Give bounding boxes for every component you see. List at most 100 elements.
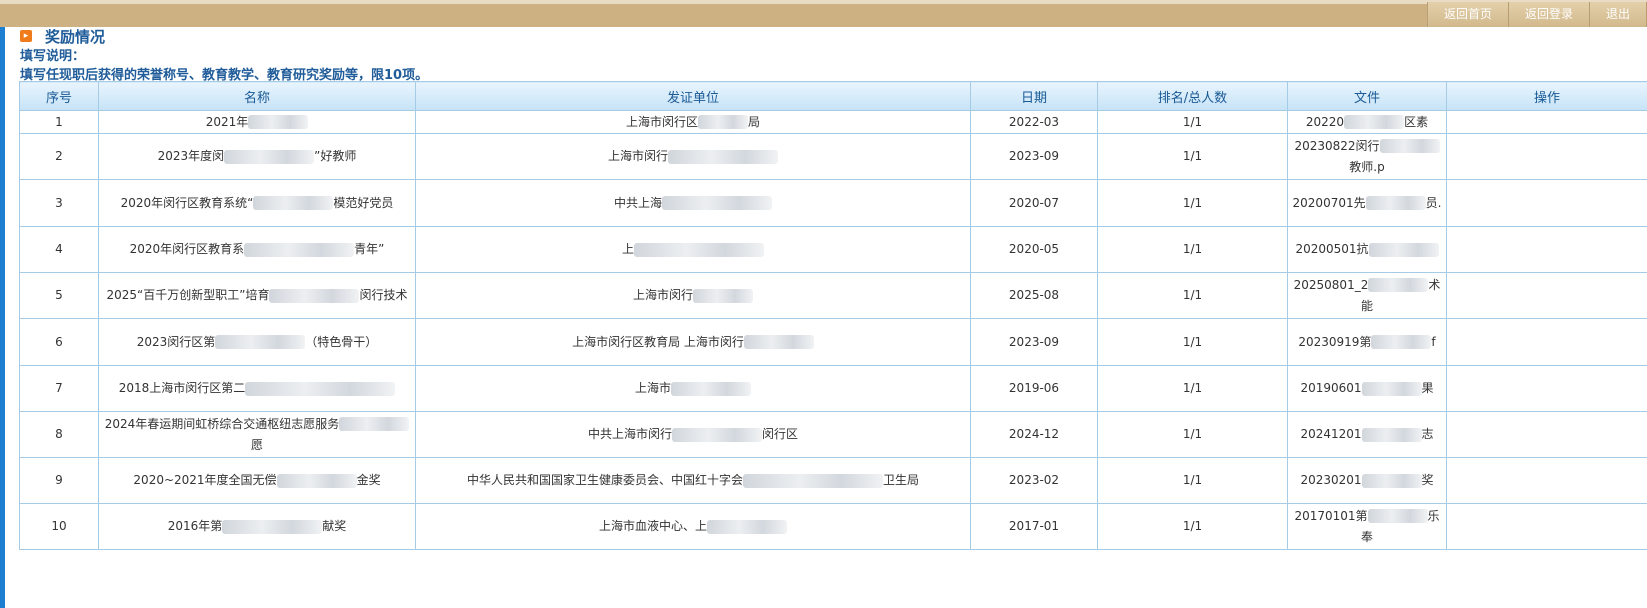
cell-rank: 1/1 xyxy=(1097,272,1288,319)
cell-issuer: 上海市血液中心、上 xyxy=(415,503,971,550)
cell-issuer: 上海市闵行 xyxy=(415,272,971,319)
file-link[interactable]: 20241201 xyxy=(1300,427,1361,441)
table-row: 1 2021年 上海市闵行区 局 2022-03 1/1 20220 区素 xyxy=(19,110,1647,134)
redacted-blur xyxy=(1365,196,1426,210)
cell-rank: 1/1 xyxy=(1097,365,1288,412)
cell-date: 2017-01 xyxy=(970,503,1098,550)
date-text: 2023-09 xyxy=(1008,149,1060,163)
cell-index: 9 xyxy=(19,457,99,504)
award-name-tail: 献奖 xyxy=(322,519,347,533)
file-link[interactable]: 20230201 xyxy=(1300,473,1361,487)
award-name-tail: 闵行技术 xyxy=(359,288,408,302)
col-header-file: 文件 xyxy=(1287,81,1447,111)
date-text: 2024-12 xyxy=(1008,427,1060,441)
cell-index: 5 xyxy=(19,272,99,319)
cell-rank: 1/1 xyxy=(1097,457,1288,504)
note-label: 填写说明： xyxy=(20,49,86,64)
table-row: 4 2020年闵行区教育系 青年” 上 2020-05 1/1 20200501抗 xyxy=(19,226,1647,273)
cell-file[interactable]: 20220 区素 xyxy=(1287,110,1447,134)
cell-file[interactable]: 20230201 奖 xyxy=(1287,457,1447,504)
col-header-issuer: 发证单位 xyxy=(415,81,971,111)
cell-index: 3 xyxy=(19,179,99,227)
redacted-blur xyxy=(743,473,883,488)
return-login-link[interactable]: 返回登录 xyxy=(1509,2,1590,27)
cell-date: 2023-02 xyxy=(970,457,1098,504)
cell-file[interactable]: 20241201 志 xyxy=(1287,411,1447,458)
table-row: 3 2020年闵行区教育系统“ 模范好党员 中共上海 2020-07 1/1 2020070… xyxy=(19,179,1647,227)
cell-file[interactable]: 20200501抗 xyxy=(1287,226,1447,273)
cell-date: 2023-09 xyxy=(970,133,1098,180)
redacted-blur xyxy=(269,288,360,303)
section-header: ▸ 奖励情况 xyxy=(20,27,105,46)
index-text: 3 xyxy=(55,195,63,210)
cell-action xyxy=(1446,411,1647,458)
date-text: 2023-02 xyxy=(1008,473,1060,487)
file-link-tail: f xyxy=(1431,334,1436,349)
cell-issuer: 上海市闵行区 局 xyxy=(415,110,971,134)
file-link[interactable]: 20230919第 xyxy=(1298,335,1371,349)
award-name-text: 2020~2021年度全国无偿 xyxy=(133,473,277,487)
award-name-text: 2020年闵行区教育系 xyxy=(129,242,245,256)
cell-date: 2019-06 xyxy=(970,365,1098,412)
cell-file[interactable]: 20200701先 员. xyxy=(1287,179,1447,227)
return-home-link[interactable]: 返回首页 xyxy=(1428,2,1509,27)
cell-date: 2025-08 xyxy=(970,272,1098,319)
cell-action xyxy=(1446,318,1647,366)
file-link[interactable]: 20200501抗 xyxy=(1295,242,1368,256)
award-name-tail: 金奖 xyxy=(356,473,381,487)
rank-text: 1/1 xyxy=(1182,519,1203,533)
file-link[interactable]: 20220 xyxy=(1306,115,1344,129)
date-text: 2023-09 xyxy=(1008,334,1060,349)
cell-action xyxy=(1446,179,1647,227)
col-header-name: 名称 xyxy=(98,81,416,111)
award-name-text: 2021年 xyxy=(205,114,249,129)
cell-name: 2016年第 献奖 xyxy=(98,503,416,550)
index-text: 8 xyxy=(55,427,63,441)
redacted-blur xyxy=(215,335,306,349)
date-text: 2017-01 xyxy=(1008,519,1060,533)
issuer-tail: 卫生局 xyxy=(883,473,920,487)
file-link[interactable]: 20250801_2 xyxy=(1294,278,1369,292)
rank-text: 1/1 xyxy=(1182,114,1203,129)
cell-name: 2020~2021年度全国无偿 金奖 xyxy=(98,457,416,504)
redacted-blur xyxy=(1379,139,1440,153)
cell-file[interactable]: 20230919第 f xyxy=(1287,318,1447,366)
cell-file[interactable]: 20170101第 乐奉 xyxy=(1287,503,1447,550)
award-name-text: 2025“百千万创新型职工”培育 xyxy=(106,288,270,302)
file-link[interactable]: 20230822闵行 xyxy=(1294,139,1379,153)
redacted-blur xyxy=(245,381,396,396)
issuer-text: 上海市闵行区教育局 上海市闵行 xyxy=(572,334,744,349)
award-name-text: 2016年第 xyxy=(167,519,223,533)
cell-rank: 1/1 xyxy=(1097,226,1288,273)
redacted-blur xyxy=(224,149,315,164)
top-bar-strip xyxy=(0,0,1647,4)
table-body: 1 2021年 上海市闵行区局 2022-03 1/1 20220 区素 2 2023年度闵 ”好… xyxy=(19,110,1647,550)
redacted-blur xyxy=(662,196,772,210)
index-text: 1 xyxy=(55,114,63,129)
table-row: 6 2023闵行区第 （特色骨干） 上海市闵行区教育局 上海市闵行 2023-09 1/1… xyxy=(19,318,1647,366)
file-link[interactable]: 20190601 xyxy=(1300,381,1361,395)
cell-date: 2020-05 xyxy=(970,226,1098,273)
redacted-blur xyxy=(671,381,751,396)
top-bar: 返回首页 返回登录 退出 xyxy=(0,0,1647,27)
file-link[interactable]: 20200701先 xyxy=(1293,196,1366,210)
logout-link[interactable]: 退出 xyxy=(1590,2,1647,27)
award-name-tail: ”好教师 xyxy=(314,149,357,163)
cell-index: 7 xyxy=(19,365,99,412)
cell-action xyxy=(1446,365,1647,412)
cell-file[interactable]: 20230822闵行教师.p xyxy=(1287,133,1447,180)
table-row: 5 2025“百千万创新型职工”培育 闵行技术 上海市闵行 2025-08 1/1 2025… xyxy=(19,272,1647,319)
issuer-text: 中华人民共和国国家卫生健康委员会、中国红十字会 xyxy=(466,473,743,487)
table-row: 8 2024年春运期间虹桥综合交通枢纽志愿服务愿 中共上海市闵行 闵行区 2024-12… xyxy=(19,411,1647,458)
cell-name: 2021年 xyxy=(98,110,416,134)
redacted-blur xyxy=(1361,473,1422,488)
redacted-blur xyxy=(634,242,764,257)
cell-date: 2020-07 xyxy=(970,179,1098,227)
redacted-blur xyxy=(1368,278,1429,292)
cell-file[interactable]: 20190601 果 xyxy=(1287,365,1447,412)
cell-name: 2025“百千万创新型职工”培育 闵行技术 xyxy=(98,272,416,319)
cell-file[interactable]: 20250801_2 术能 xyxy=(1287,272,1447,319)
cell-issuer: 中共上海市闵行 闵行区 xyxy=(415,411,971,458)
cell-index: 2 xyxy=(19,133,99,180)
file-link[interactable]: 20170101第 xyxy=(1294,509,1367,523)
